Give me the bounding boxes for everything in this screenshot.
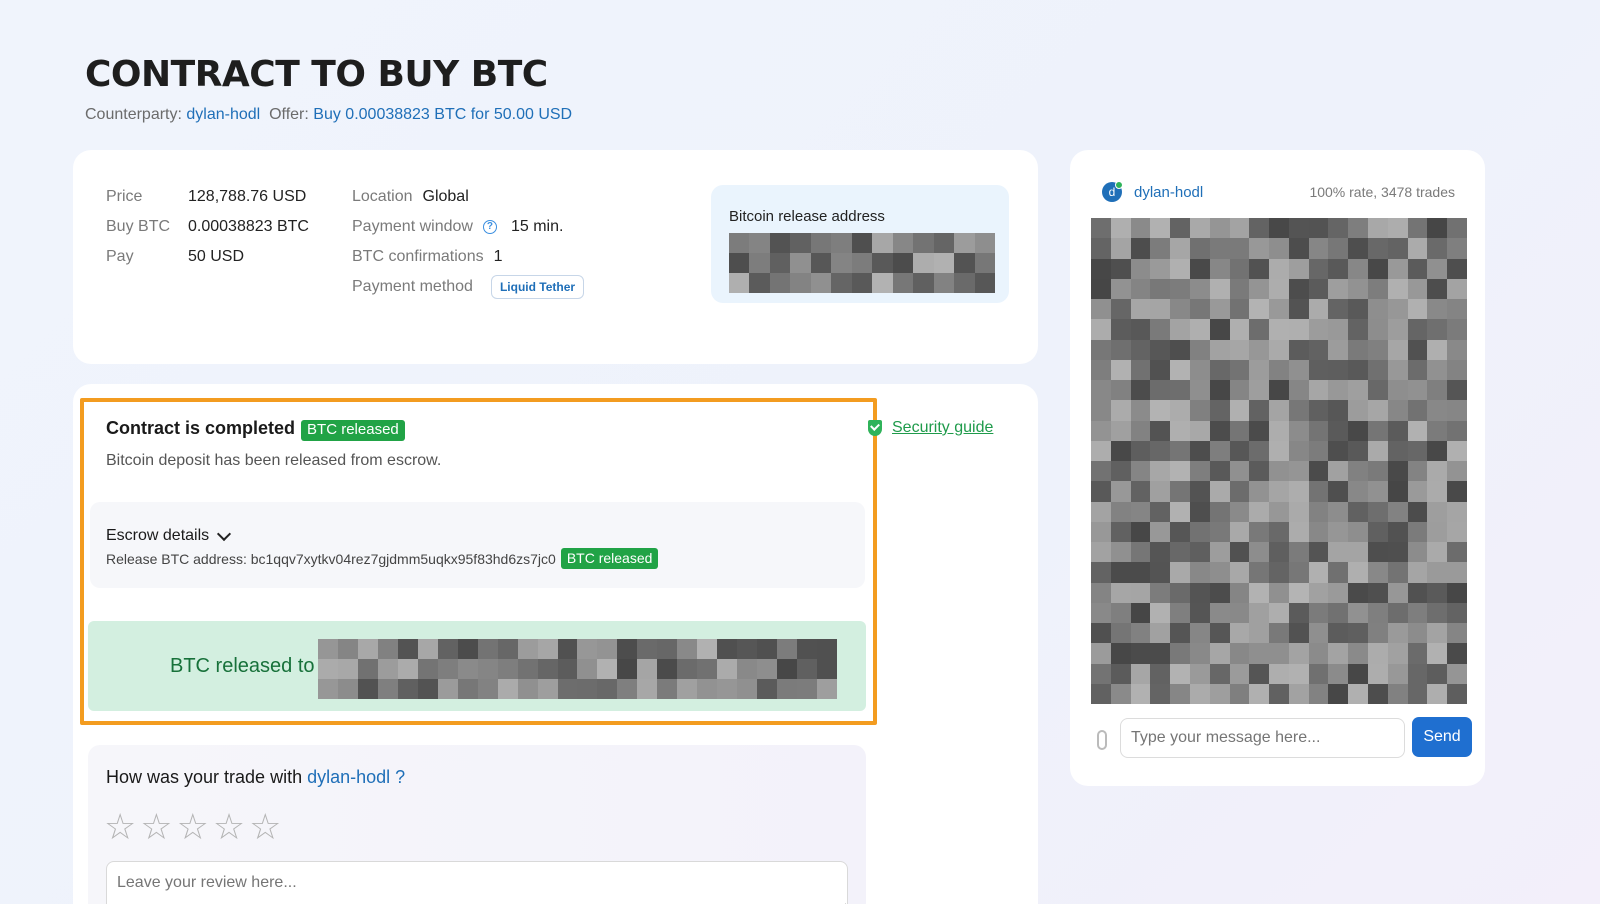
payment-window-row: Payment window ? 15 min.	[352, 212, 584, 242]
counterparty-link[interactable]: dylan-hodl	[186, 106, 260, 123]
chat-username[interactable]: dylan-hodl	[1134, 184, 1203, 201]
security-guide-label: Security guide	[892, 419, 994, 436]
review-panel: How was your trade with dylan-hodl ? ☆ ☆…	[88, 745, 866, 904]
buy-btc-value: 0.00038823 BTC	[188, 218, 309, 235]
review-counterparty-link[interactable]: dylan-hodl ?	[307, 767, 405, 787]
pay-row: Pay 50 USD	[106, 242, 309, 272]
location-row: Location Global	[352, 182, 584, 212]
paperclip-icon[interactable]	[1097, 730, 1107, 750]
message-input[interactable]	[1120, 718, 1405, 758]
review-question-prefix: How was your trade with	[106, 767, 303, 787]
location-value: Global	[422, 188, 469, 205]
star-rating: ☆ ☆ ☆ ☆ ☆	[104, 807, 285, 847]
page-title: CONTRACT TO BUY BTC	[85, 54, 548, 95]
escrow-address-row: Release BTC address: bc1qqv7xytkv04rez7g…	[106, 548, 659, 569]
offer-label: Offer:	[269, 106, 309, 123]
counterparty-label: Counterparty:	[85, 106, 182, 123]
trade-terms: Location Global Payment window ? 15 min.…	[352, 182, 585, 302]
payment-method-label: Payment method	[352, 278, 473, 295]
price-details: Price 128,788.76 USD Buy BTC 0.00038823 …	[106, 182, 309, 272]
price-row: Price 128,788.76 USD	[106, 182, 309, 212]
star-icon[interactable]: ☆	[213, 807, 245, 847]
escrow-address-label: Release BTC address:	[106, 550, 247, 567]
escrow-status-badge: BTC released	[560, 548, 659, 569]
location-label: Location	[352, 188, 413, 205]
chat-user-stats: 100% rate, 3478 trades	[1309, 184, 1455, 200]
released-to-banner: BTC released to	[88, 621, 866, 711]
payment-method-row: Payment method Liquid Tether	[352, 272, 585, 302]
payment-window-value: 15 min.	[510, 218, 564, 235]
confirmations-label: BTC confirmations	[352, 248, 484, 265]
review-question: How was your trade with dylan-hodl ?	[106, 767, 405, 788]
pay-label: Pay	[106, 248, 134, 265]
star-icon[interactable]: ☆	[177, 807, 209, 847]
buy-btc-row: Buy BTC 0.00038823 BTC	[106, 212, 309, 242]
help-icon[interactable]: ?	[482, 220, 497, 234]
payment-window-label: Payment window	[352, 218, 473, 235]
offer-link[interactable]: Buy 0.00038823 BTC for 50.00 USD	[313, 106, 572, 123]
chat-panel: d dylan-hodl 100% rate, 3478 trades Send	[1070, 150, 1485, 786]
escrow-details-toggle[interactable]: Escrow details	[106, 526, 232, 545]
contract-status-heading: Contract is completed BTC released	[106, 418, 405, 441]
send-button[interactable]: Send	[1412, 717, 1472, 757]
price-label: Price	[106, 188, 143, 205]
escrow-details-title: Escrow details	[106, 527, 210, 544]
shield-icon	[868, 420, 882, 436]
star-icon[interactable]: ☆	[104, 807, 136, 847]
contract-info-card: Price 128,788.76 USD Buy BTC 0.00038823 …	[73, 150, 1038, 364]
release-address-redacted	[729, 233, 995, 293]
escrow-address-value: bc1qqv7xytkv04rez7gjdmm5uqkx95f83hd6zs7j…	[250, 550, 556, 567]
confirmations-row: BTC confirmations 1	[352, 242, 584, 272]
escrow-details-panel: Escrow details Release BTC address: bc1q…	[90, 502, 865, 588]
review-input[interactable]	[106, 861, 848, 904]
buy-btc-label: Buy BTC	[106, 218, 171, 235]
security-guide-link[interactable]: Security guide	[868, 419, 993, 437]
release-address-box: Bitcoin release address	[711, 185, 1009, 303]
chat-header: d dylan-hodl	[1102, 181, 1203, 202]
contract-status-text: Contract is completed	[106, 418, 296, 438]
price-value: 128,788.76 USD	[188, 188, 307, 205]
star-icon[interactable]: ☆	[140, 807, 172, 847]
subtitle: Counterparty: dylan-hodl Offer: Buy 0.00…	[85, 106, 572, 124]
avatar: d	[1102, 181, 1123, 202]
contract-status-description: Bitcoin deposit has been released from e…	[106, 452, 442, 469]
page: CONTRACT TO BUY BTC Counterparty: dylan-…	[0, 0, 1600, 904]
pay-value: 50 USD	[188, 248, 245, 265]
released-to-redacted	[318, 639, 837, 699]
star-icon[interactable]: ☆	[249, 807, 281, 847]
released-to-label: BTC released to	[170, 655, 315, 677]
status-badge: BTC released	[301, 420, 405, 441]
release-address-label: Bitcoin release address	[729, 208, 885, 225]
chat-messages-redacted	[1091, 218, 1467, 704]
chevron-down-icon	[217, 526, 232, 541]
payment-method-badge: Liquid Tether	[490, 275, 585, 299]
confirmations-value: 1	[493, 248, 503, 265]
